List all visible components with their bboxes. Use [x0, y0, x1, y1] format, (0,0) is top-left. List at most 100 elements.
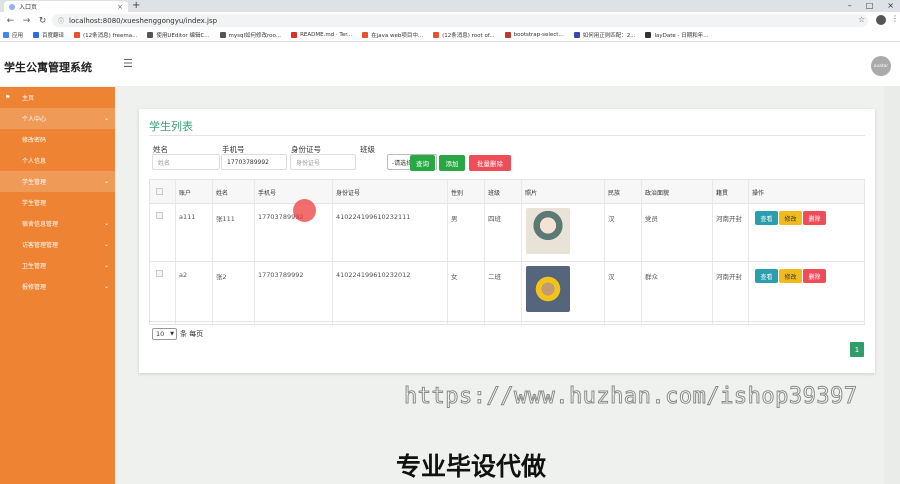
column-header: 性别: [451, 190, 464, 197]
bookmark-favicon-icon: [74, 32, 81, 38]
column-header: 账户: [179, 190, 192, 197]
browser-tab[interactable]: 入口页 ×: [4, 1, 128, 12]
sidebar-item-label: 学生管理: [22, 179, 47, 186]
page-size-select[interactable]: 10 ▼: [152, 328, 177, 340]
chevron-down-icon: ⌄: [104, 115, 110, 122]
batch-delete-button[interactable]: 批量删除: [469, 155, 511, 171]
reload-icon[interactable]: ↻: [37, 16, 48, 26]
bookmark-favicon-icon: [33, 32, 40, 38]
sidebar-item-9[interactable]: 报修管理 ⌄: [0, 276, 115, 297]
add-button[interactable]: 添加: [439, 155, 465, 171]
pagination-size: 10 ▼ 条 每页: [152, 328, 203, 340]
avatar[interactable]: avatar: [871, 56, 891, 76]
cell-gender: 男: [451, 215, 458, 223]
info-icon: ⓘ: [58, 18, 65, 25]
view-button[interactable]: 查看: [755, 211, 778, 225]
sidebar-item-label: 学生管理: [22, 200, 47, 207]
bookmark-star-icon[interactable]: ☆: [858, 15, 865, 24]
sidebar-item-4[interactable]: 学生管理 ⌄: [0, 171, 115, 192]
column-header: 操作: [752, 190, 765, 197]
row-checkbox[interactable]: [156, 212, 163, 219]
bookmark-item[interactable]: 如何用正则匹配：2...: [573, 31, 635, 39]
sidebar-item-8[interactable]: 卫生管理 ⌄: [0, 255, 115, 276]
chevron-down-icon: ▼: [170, 331, 174, 337]
bookmark-item[interactable]: 使用UEditor 编辑C...: [147, 31, 210, 39]
bookmark-item[interactable]: 在java web项目中...: [362, 31, 423, 39]
cell-political: 群众: [645, 273, 658, 281]
scrollbar[interactable]: [884, 87, 900, 484]
select-all-checkbox[interactable]: [156, 188, 163, 195]
sidebar-item-3[interactable]: 个人信息: [0, 150, 115, 171]
bookmark-label: 在java web项目中...: [371, 33, 424, 39]
bookmark-favicon-icon: [433, 32, 440, 38]
student-list-card: 学生列表 姓名 姓名 手机号 17703789992 身份证号 身份证号 班级 …: [139, 109, 875, 373]
column-header: 身份证号: [336, 190, 361, 197]
url-input[interactable]: ⓘ localhost:8080/xueshenggongyu/index.js…: [52, 14, 868, 27]
sidebar-item-label: 个人信息: [22, 158, 47, 165]
edit-button[interactable]: 修改: [779, 269, 802, 283]
page-button-1[interactable]: 1: [850, 342, 864, 357]
bookmark-item[interactable]: layDate - 日期和年...: [645, 31, 708, 39]
back-icon[interactable]: ←: [5, 16, 16, 26]
watermark-url: https://www.huzhan.com/ishop39397: [404, 384, 858, 410]
page-size-value: 10: [156, 330, 165, 338]
app-header: 学生公寓管理系统 ☰ avatar: [0, 42, 900, 87]
sidebar-item-7[interactable]: 访客管理管理 ⌄: [0, 234, 115, 255]
close-tab-icon[interactable]: ×: [117, 3, 123, 11]
sidebar-item-label: 卫生管理: [22, 263, 47, 270]
column-header: 照片: [525, 190, 538, 197]
edit-button[interactable]: 修改: [779, 211, 802, 225]
table-row: a2 张2 17703789992 410224199610232012 女 二班 汉 群众 河…: [150, 262, 864, 322]
menu-dots-icon[interactable]: ⋮: [891, 14, 899, 23]
sidebar-item-5[interactable]: 学生管理: [0, 192, 115, 213]
bookmark-item[interactable]: mysql如何修改roo...: [219, 31, 281, 39]
view-button[interactable]: 查看: [755, 269, 778, 283]
sidebar-item-0[interactable]: ⚑ 主页: [0, 87, 115, 108]
id-filter-input[interactable]: 身份证号: [290, 154, 356, 170]
click-indicator: [293, 199, 316, 222]
search-button[interactable]: 查询: [410, 155, 435, 171]
bookmark-item[interactable]: (12条消息) freema...: [74, 31, 137, 39]
name-filter-input[interactable]: 姓名: [152, 154, 220, 170]
bookmark-favicon-icon: [147, 32, 154, 38]
bookmark-item[interactable]: bootstrap-select...: [504, 32, 564, 38]
per-page-label: 条 每页: [180, 330, 204, 338]
cell-political: 党员: [645, 215, 658, 223]
bookmark-label: README.md · Ter...: [300, 32, 353, 38]
chevron-down-icon: ⌄: [104, 178, 110, 185]
cell-gender: 女: [451, 273, 458, 281]
bookmark-item[interactable]: 应用: [3, 31, 23, 39]
student-table: 账户 姓名 手机号 身份证号 性别 班级 照片 民族 政治面貌 籍贯 操作 a111 张111 1770…: [149, 179, 865, 325]
forward-icon[interactable]: →: [21, 16, 32, 26]
profile-icon[interactable]: [876, 15, 886, 25]
delete-button[interactable]: 删除: [803, 269, 826, 283]
bookmark-label: 应用: [12, 33, 24, 39]
bookmark-item[interactable]: 百度翻译: [33, 31, 64, 39]
phone-filter-input[interactable]: 17703789992: [221, 154, 287, 170]
bookmark-favicon-icon: [219, 32, 226, 38]
bookmark-label: layDate - 日期和年...: [654, 33, 709, 39]
maximize-icon[interactable]: □: [866, 0, 874, 12]
bookmark-label: (12条消息) freema...: [83, 33, 138, 39]
bookmark-item[interactable]: (12条消息) root of...: [433, 31, 495, 39]
sidebar: ⚑ 主页 个人中心 ⌄ 修改密码 个人信息 学生管理 ⌄ 学生管理 宿舍信息管理 ⌄ 访客管理管理 ⌄ 卫…: [0, 87, 115, 484]
sidebar-item-label: 报修管理: [22, 284, 47, 291]
delete-button[interactable]: 删除: [803, 211, 826, 225]
row-checkbox[interactable]: [156, 270, 163, 277]
new-tab-icon[interactable]: +: [132, 0, 140, 12]
bookmark-favicon-icon: [573, 32, 580, 38]
address-bar-row: ← → ↻ ⓘ localhost:8080/xueshenggongyu/in…: [0, 12, 900, 29]
chevron-down-icon: ⌄: [104, 262, 110, 269]
page-title: 学生列表: [149, 120, 193, 133]
cell-hometown: 河南开封: [716, 215, 742, 223]
menu-toggle-icon[interactable]: ☰: [123, 57, 133, 70]
sidebar-item-1[interactable]: 个人中心 ⌄: [0, 108, 115, 129]
cell-id-card: 410224199610232111: [336, 213, 411, 221]
watermark-text: 专业毕设代做: [396, 452, 547, 481]
minimize-icon[interactable]: –: [848, 0, 852, 12]
table-header-row: 账户 姓名 手机号 身份证号 性别 班级 照片 民族 政治面貌 籍贯 操作: [150, 180, 864, 204]
bookmark-item[interactable]: README.md · Ter...: [291, 32, 352, 38]
sidebar-item-6[interactable]: 宿舍信息管理 ⌄: [0, 213, 115, 234]
close-window-icon[interactable]: ×: [887, 0, 894, 12]
sidebar-item-2[interactable]: 修改密码: [0, 129, 115, 150]
